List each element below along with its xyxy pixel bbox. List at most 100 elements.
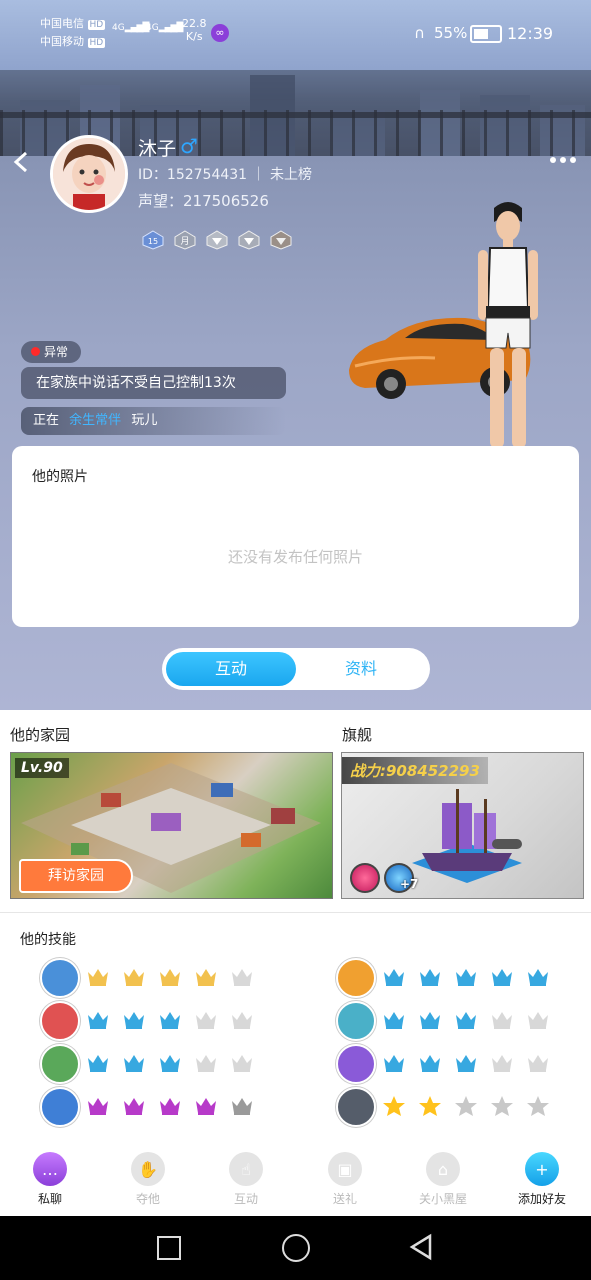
crown-icon	[122, 1095, 146, 1117]
flagship-card[interactable]: 战力:908452293 +7	[341, 752, 584, 899]
crown-icon	[526, 966, 550, 988]
nav-label: 送礼	[332, 1192, 357, 1206]
crown-icon	[454, 966, 478, 988]
svg-text:15: 15	[148, 237, 158, 246]
star-icon	[382, 1095, 406, 1117]
battery-icon	[470, 25, 502, 43]
crown-icon	[230, 1052, 254, 1074]
tab-profile-info[interactable]: 资料	[296, 652, 426, 686]
carrier-1: 中国电信 HD	[40, 17, 106, 30]
skill-avatar-icon[interactable]	[40, 1044, 80, 1084]
crown-icon	[194, 1009, 218, 1031]
nav-label: 添加好友	[517, 1192, 566, 1206]
crown-icon	[418, 1052, 442, 1074]
home-icon[interactable]	[282, 1234, 310, 1262]
system-nav-bar	[0, 1216, 591, 1280]
crown-icon	[158, 1009, 182, 1031]
back-nav-icon[interactable]	[408, 1233, 434, 1265]
skill-row	[40, 1001, 280, 1041]
tab-switch: 互动 资料	[162, 648, 430, 690]
recents-icon[interactable]	[157, 1236, 181, 1260]
battery-percent: 55%	[434, 24, 468, 42]
crown-icon	[382, 1052, 406, 1074]
crown-icon	[382, 1009, 406, 1031]
skill-row	[336, 1001, 576, 1041]
divider	[0, 912, 591, 913]
fame-value: 声望：217506526	[138, 192, 269, 210]
tab-interact[interactable]: 互动	[166, 652, 296, 686]
crown-icon	[122, 1009, 146, 1031]
crown-icon	[490, 1052, 514, 1074]
playing-game-link[interactable]: 余生常伴	[69, 413, 121, 428]
nav-label: 夺他	[135, 1192, 160, 1206]
gift-icon: ▣	[328, 1152, 362, 1186]
crown-icon	[418, 966, 442, 988]
nav-label: 互动	[233, 1192, 258, 1206]
flagship-power: 战力:908452293	[342, 757, 488, 784]
network-1: 4G▂▄▆█	[112, 23, 149, 33]
svg-text:月: 月	[181, 236, 190, 247]
character-avatar-image	[468, 198, 548, 470]
gender-male-icon: ♂	[180, 134, 198, 158]
diamond-medal-icon[interactable]	[238, 230, 260, 250]
crown-icon	[86, 966, 110, 988]
visit-home-button[interactable]: 拜访家园	[19, 859, 133, 893]
anomaly-message: 在家族中说话不受自己控制13次	[21, 367, 286, 399]
flagship-bonus: +7	[400, 877, 419, 891]
skill-avatar-icon[interactable]	[40, 958, 80, 998]
skill-avatar-icon[interactable]	[336, 1001, 376, 1041]
diamond-medal-icon[interactable]	[206, 230, 228, 250]
crown-icon	[418, 1009, 442, 1031]
nav-item-grab[interactable]: ✋ 夺他	[108, 1152, 188, 1207]
avatar[interactable]	[50, 135, 128, 213]
app-status-icon: ∞	[211, 24, 229, 42]
star-icon	[490, 1095, 514, 1117]
level-medal-icon[interactable]: 15	[142, 230, 164, 250]
network-speed: 22.8 K/s	[182, 17, 207, 43]
crown-icon	[230, 1095, 254, 1117]
skill-avatar-icon[interactable]	[336, 1087, 376, 1127]
crown-icon	[230, 966, 254, 988]
star-icon	[454, 1095, 478, 1117]
nav-item-lock[interactable]: ⌂ 关小黑屋	[403, 1152, 483, 1207]
medal-row: 15 月	[142, 230, 297, 254]
star-icon	[418, 1095, 442, 1117]
crown-icon	[158, 1095, 182, 1117]
crown-icon	[158, 966, 182, 988]
home-card[interactable]: Lv.90 拜访家园	[10, 752, 333, 899]
crown-icon	[122, 966, 146, 988]
skills-title: 他的技能	[20, 932, 76, 948]
user-id: ID：152754431 ｜ 未上榜	[138, 167, 312, 183]
nav-label: 关小黑屋	[418, 1192, 467, 1206]
crown-icon	[122, 1052, 146, 1074]
crown-icon	[194, 966, 218, 988]
back-icon[interactable]	[10, 150, 34, 174]
crown-icon	[86, 1052, 110, 1074]
nav-item-gift[interactable]: ▣ 送礼	[305, 1152, 385, 1207]
skill-row	[40, 1044, 280, 1084]
skill-row	[336, 958, 576, 998]
crown-icon	[158, 1052, 182, 1074]
month-medal-icon[interactable]: 月	[174, 230, 196, 250]
now-playing: 正在 余生常伴 玩儿	[21, 407, 286, 435]
nav-item-add-friend[interactable]: + 添加好友	[502, 1152, 582, 1207]
alert-dot-icon	[31, 347, 40, 356]
skill-avatar-icon[interactable]	[336, 1044, 376, 1084]
skill-avatar-icon[interactable]	[40, 1087, 80, 1127]
skill-avatar-icon[interactable]	[40, 1001, 80, 1041]
chat-icon: …	[33, 1152, 67, 1186]
carrier-2: 中国移动 HD	[40, 35, 106, 48]
skill-row	[336, 1087, 576, 1127]
username: 沐子	[138, 138, 177, 160]
nav-item-hand[interactable]: ☝ 互动	[206, 1152, 286, 1207]
crown-icon	[194, 1052, 218, 1074]
crown-icon	[382, 966, 406, 988]
skill-row	[336, 1044, 576, 1084]
nav-item-chat[interactable]: … 私聊	[10, 1152, 90, 1207]
gem-icon	[350, 863, 380, 893]
more-icon[interactable]	[548, 150, 578, 170]
diamond-medal-icon[interactable]	[270, 230, 292, 250]
home-title: 他的家园	[10, 726, 71, 744]
skill-avatar-icon[interactable]	[336, 958, 376, 998]
star-icon	[526, 1095, 550, 1117]
